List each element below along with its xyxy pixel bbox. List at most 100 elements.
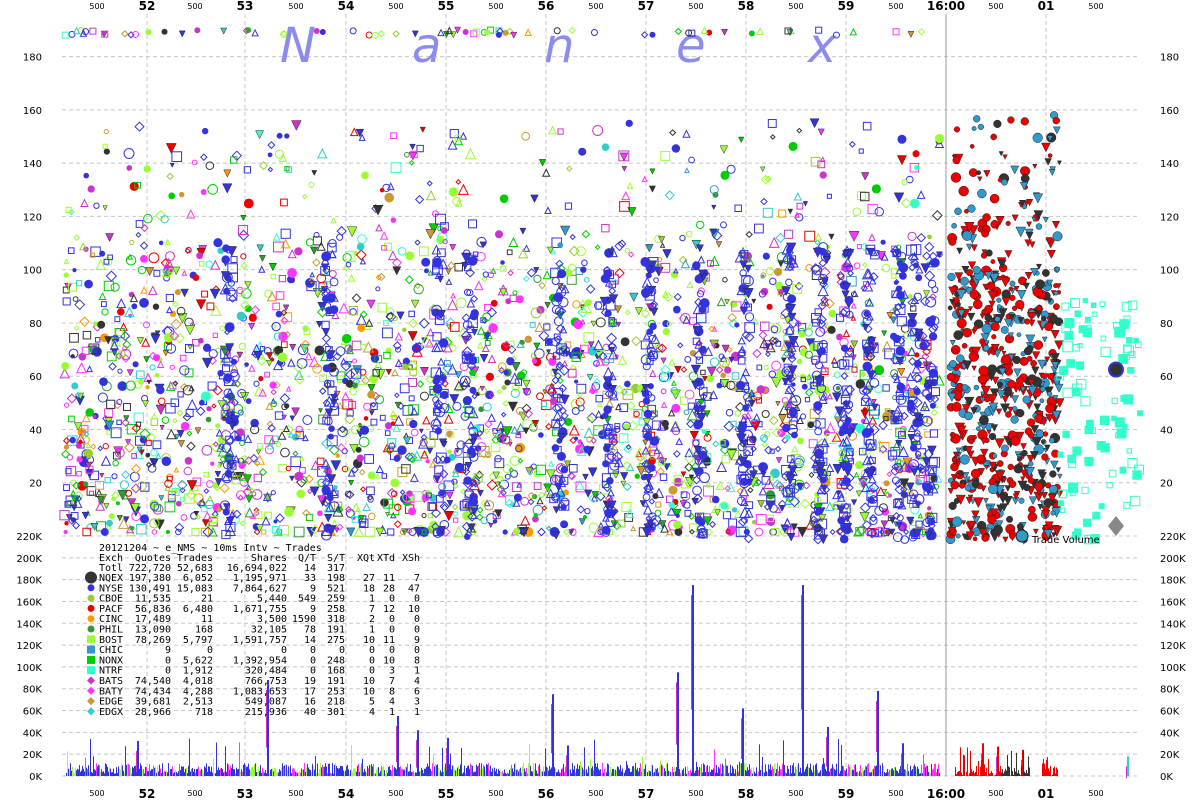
volume-bar [500, 770, 501, 776]
volume-bar [420, 770, 421, 776]
quote-point [426, 180, 433, 187]
quote-point [294, 471, 304, 482]
volume-bar [495, 771, 496, 776]
volume-bar [415, 772, 416, 776]
quote-point [1028, 505, 1036, 514]
quote-point [384, 192, 394, 203]
quote-point [73, 325, 80, 331]
quote-point [449, 322, 460, 332]
volume-bar [297, 772, 298, 776]
quote-point [64, 521, 69, 526]
volume-bar [396, 769, 397, 776]
quote-point [390, 217, 397, 223]
volume-bar [583, 769, 584, 776]
quote-point [582, 515, 588, 520]
quote-point [191, 159, 198, 166]
quote-point [621, 166, 628, 172]
quote-point [1043, 498, 1053, 507]
quote-point [880, 520, 889, 529]
volume-bar [84, 771, 85, 776]
quote-point [1018, 497, 1025, 504]
quote-point [1026, 221, 1033, 228]
quote-point [947, 305, 953, 311]
volume-bar [265, 770, 266, 776]
quote-point [868, 427, 875, 434]
quote-point [352, 382, 359, 389]
quote-point [72, 296, 79, 302]
quote-point [328, 269, 337, 278]
quote-point [533, 512, 538, 518]
quote-point [881, 263, 891, 273]
quote-point [697, 255, 706, 264]
volume-bar [343, 770, 344, 776]
volume-bar [72, 766, 73, 776]
volume-bar [558, 769, 559, 776]
quote-point [1006, 515, 1014, 523]
volume-bar [248, 763, 249, 776]
quote-point [1023, 484, 1031, 492]
quote-point [351, 340, 362, 351]
quote-point [479, 385, 485, 392]
volume-bar [412, 771, 413, 776]
quote-point [601, 224, 610, 233]
quote-point [1075, 361, 1085, 370]
quote-point [209, 288, 221, 300]
volume-bar [96, 763, 97, 776]
quote-point [595, 394, 603, 403]
quote-point [577, 439, 583, 444]
volume-bar [75, 767, 76, 776]
quote-point [1057, 473, 1063, 480]
volume-bar [549, 766, 550, 776]
quote-point [462, 28, 469, 35]
quote-point [314, 345, 325, 356]
quote-point [658, 236, 666, 244]
quote-point [1016, 376, 1024, 385]
quote-point [836, 358, 848, 370]
volume-bar [235, 773, 236, 776]
quote-point [992, 453, 998, 459]
quote-point [276, 132, 283, 139]
quote-point [784, 434, 791, 441]
quote-point [140, 286, 148, 294]
volume-bar [332, 763, 333, 776]
quote-point [953, 497, 960, 504]
quote-point [662, 249, 672, 259]
quote-point [878, 420, 888, 431]
quote-point [106, 399, 116, 409]
volume-bar [487, 764, 488, 776]
volume-bar [266, 773, 267, 776]
quote-point [810, 156, 821, 167]
quote-point [175, 500, 182, 507]
quote-point [390, 478, 400, 488]
quote-point [1009, 294, 1016, 301]
quote-point [66, 454, 74, 461]
quote-point [800, 498, 811, 509]
quote-point [92, 346, 102, 357]
volume-bar [406, 767, 407, 776]
quote-point [202, 343, 212, 352]
quote-point [301, 193, 308, 200]
quote-point [761, 441, 768, 448]
volume-bar [290, 765, 291, 776]
volume-bar [542, 771, 543, 776]
volume-bar [456, 770, 457, 776]
quote-point [970, 468, 981, 479]
quote-point [284, 506, 295, 517]
quote-point [490, 442, 501, 453]
volume-bar [227, 763, 228, 776]
quote-point [751, 298, 757, 304]
volume-bar [134, 766, 135, 776]
volume-bar [335, 763, 336, 776]
volume-bar [261, 772, 262, 776]
quote-point [416, 380, 425, 388]
quote-point [392, 30, 400, 38]
quote-point [1039, 398, 1045, 404]
quote-point [722, 277, 728, 283]
volume-bar [139, 768, 140, 776]
quote-point [134, 121, 145, 132]
quote-point [410, 299, 420, 309]
volume-bar [253, 769, 254, 776]
quote-point [538, 281, 547, 290]
quote-point [801, 383, 808, 390]
quote-point [1120, 395, 1128, 403]
